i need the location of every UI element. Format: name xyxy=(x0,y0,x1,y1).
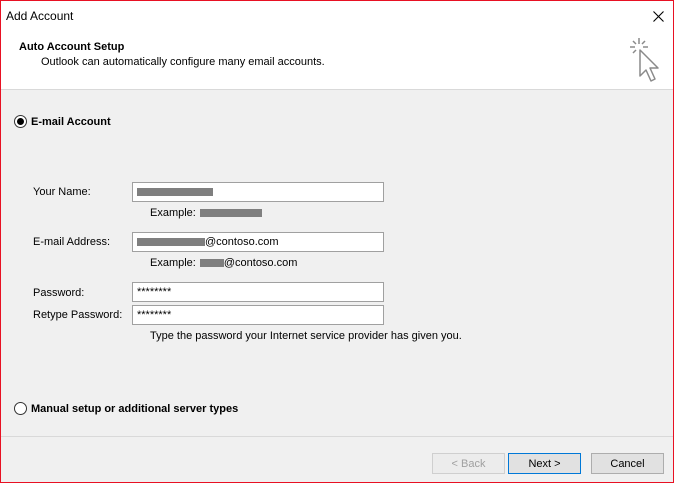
email-account-radio-button[interactable] xyxy=(14,115,27,128)
button-bar: < Back Next > Cancel xyxy=(1,436,673,482)
email-address-label: E-mail Address: xyxy=(33,236,111,248)
window-title: Add Account xyxy=(6,9,74,23)
cancel-button[interactable]: Cancel xyxy=(591,453,664,474)
add-account-dialog: Add Account Auto Account Setup Outlook c… xyxy=(0,0,674,483)
auto-setup-cursor-icon xyxy=(630,38,659,82)
email-example-domain: @contoso.com xyxy=(223,257,298,269)
your-name-label: Your Name: xyxy=(33,186,91,198)
close-icon xyxy=(652,10,664,22)
header-subtitle: Outlook can automatically configure many… xyxy=(41,56,325,68)
retype-password-label: Retype Password: xyxy=(33,309,123,321)
manual-setup-radio-button[interactable] xyxy=(14,402,27,415)
password-label: Password: xyxy=(33,287,85,299)
header-title: Auto Account Setup xyxy=(19,41,125,53)
redacted-name xyxy=(137,188,213,196)
password-input[interactable]: ******** xyxy=(132,282,384,302)
name-example: Example: xyxy=(150,207,262,219)
password-value: ******** xyxy=(137,286,172,298)
close-button[interactable] xyxy=(643,1,673,31)
email-example: Example: @contoso.com xyxy=(150,257,297,269)
back-button[interactable]: < Back xyxy=(432,453,505,474)
email-account-radio[interactable]: E-mail Account xyxy=(14,115,111,128)
manual-setup-radio[interactable]: Manual setup or additional server types xyxy=(14,402,238,415)
your-name-input[interactable] xyxy=(132,182,384,202)
next-button[interactable]: Next > xyxy=(508,453,581,474)
email-domain-text: @contoso.com xyxy=(205,236,279,248)
manual-setup-label: Manual setup or additional server types xyxy=(31,402,239,415)
name-example-label: Example: xyxy=(150,207,196,219)
password-hint: Type the password your Internet service … xyxy=(150,330,462,342)
retype-password-value: ******** xyxy=(137,309,172,321)
dialog-header: Auto Account Setup Outlook can automatic… xyxy=(1,31,673,90)
title-bar: Add Account xyxy=(1,1,673,31)
email-address-input[interactable]: @contoso.com xyxy=(132,232,384,252)
email-example-label: Example: xyxy=(150,257,196,269)
redacted-email-user xyxy=(137,238,205,246)
email-account-label: E-mail Account xyxy=(31,115,111,128)
redacted-example-user xyxy=(199,259,224,267)
redacted-example-name xyxy=(199,209,262,217)
retype-password-input[interactable]: ******** xyxy=(132,305,384,325)
